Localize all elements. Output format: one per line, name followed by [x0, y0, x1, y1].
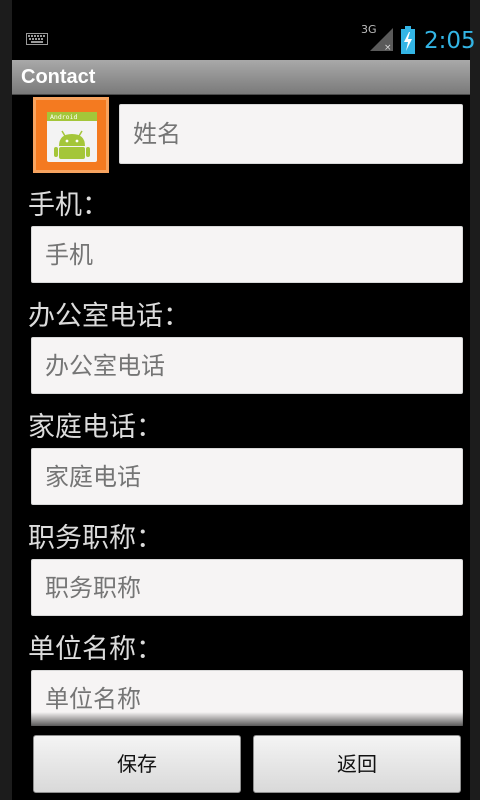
back-button[interactable]: 返回: [253, 735, 461, 793]
network-type-label: 3G: [361, 23, 377, 36]
device-bezel-left: [0, 0, 12, 800]
battery-charging-icon: [401, 26, 415, 54]
save-button[interactable]: 保存: [33, 735, 241, 793]
name-input[interactable]: [119, 104, 463, 164]
svg-text:Android: Android: [50, 113, 77, 121]
mobile-input[interactable]: [31, 226, 463, 283]
clock: 2:05: [424, 28, 476, 54]
keyboard-icon: [26, 33, 48, 45]
home-phone-label: 家庭电话：: [28, 412, 163, 443]
job-title-label: 职务职称：: [28, 523, 163, 554]
home-phone-input[interactable]: [31, 448, 463, 505]
office-phone-input[interactable]: [31, 337, 463, 394]
signal-icon: 3G ×: [361, 23, 393, 52]
company-label: 单位名称：: [28, 634, 163, 665]
mobile-label: 手机：: [28, 190, 109, 221]
status-bar: 3G × 2:05: [12, 0, 476, 60]
app-title: Contact: [21, 66, 96, 88]
svg-text:×: ×: [384, 43, 392, 52]
office-phone-label: 办公室电话：: [28, 301, 190, 332]
job-title-input[interactable]: [31, 559, 463, 616]
contact-photo-button[interactable]: Android: [33, 97, 109, 173]
title-bar: Contact: [12, 60, 470, 95]
screen: 3G × 2:05 Contact Android 姓名 手机： 手机 办公室电…: [12, 0, 476, 800]
android-icon: Android: [47, 112, 97, 162]
device-bezel-right: [470, 0, 480, 800]
